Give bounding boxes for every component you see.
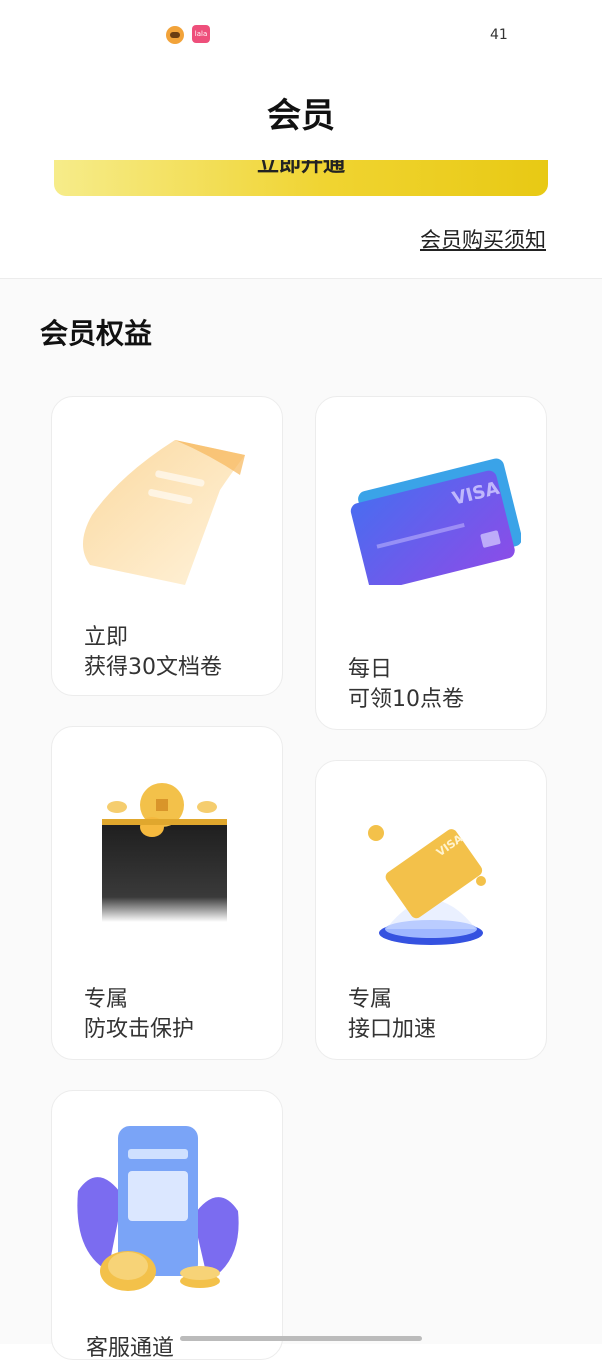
benefit-line1: 每日 xyxy=(348,657,393,682)
treasure-box-icon xyxy=(102,783,227,922)
benefit-card-daily-points[interactable]: VISA 每日 可领10点卷 xyxy=(315,396,547,730)
purchase-notice-link[interactable]: 会员购买须知 xyxy=(420,224,546,254)
status-bar: lala 41 xyxy=(0,0,602,70)
status-time: 41 xyxy=(490,27,508,43)
section-title: 会员权益 xyxy=(40,317,153,350)
benefit-card-customer-service[interactable] xyxy=(51,1090,283,1360)
benefit-line1: 立即 xyxy=(84,625,129,650)
benefit-line1: 专属 xyxy=(348,987,393,1012)
lala-app-icon: lala xyxy=(192,25,210,43)
page-title: 会员 xyxy=(267,96,335,136)
benefit-line2: 可领10点卷 xyxy=(348,687,464,712)
benefit-line1: 专属 xyxy=(84,987,129,1012)
activate-vip-label: 立即开通 xyxy=(256,160,345,177)
benefit-line2: 防攻击保护 xyxy=(84,1017,195,1042)
bear-app-icon xyxy=(166,26,184,44)
activate-vip-button[interactable]: 立即开通 xyxy=(54,160,548,196)
home-indicator[interactable] xyxy=(180,1336,422,1341)
gold-card-platform-icon: VISA xyxy=(368,825,486,945)
benefit-card-api-acceleration[interactable]: VISA 专属 接口加速 xyxy=(315,760,547,1060)
document-icon xyxy=(82,440,245,585)
benefit-card-document-voucher[interactable]: 立即 获得30文档卷 xyxy=(51,396,283,696)
phone-coins-icon xyxy=(77,1126,239,1291)
benefit-line2-partial: 客服通道 xyxy=(86,1336,175,1361)
credit-card-icon: VISA xyxy=(350,458,521,585)
benefit-card-attack-protection[interactable]: 专属 防攻击保护 xyxy=(51,726,283,1060)
benefit-line2: 获得30文档卷 xyxy=(84,655,222,680)
benefit-line2: 接口加速 xyxy=(348,1017,437,1042)
